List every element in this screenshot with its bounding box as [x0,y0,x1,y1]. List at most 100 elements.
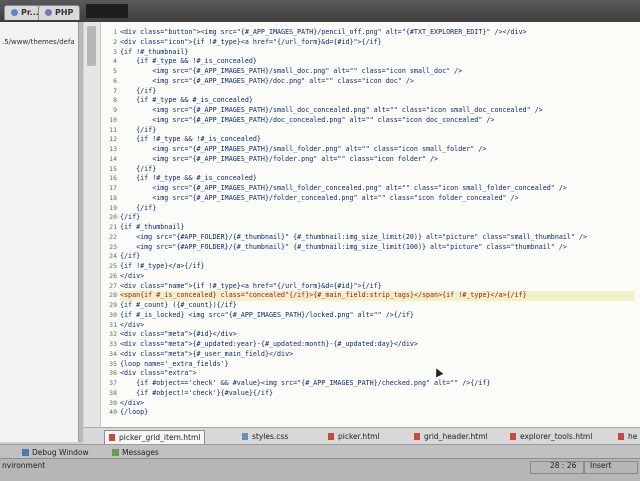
php-icon [45,9,52,16]
code-line[interactable]: {/if} [120,165,635,175]
code-line[interactable]: <div class="meta">{#_user_main_field}</d… [120,350,635,360]
code-line[interactable]: <span{if #_is_concealed} class="conceale… [120,291,635,301]
line-number: 29 [109,301,117,309]
code-line[interactable]: </div> [120,321,635,331]
file-tab-bar: picker_grid_item.html styles.css picker.… [84,427,640,446]
line-number: 31 [109,320,117,329]
file-tab-grid-header[interactable]: grid_header.html [414,430,488,443]
line-number-gutter: 1 2 3 4 5 6 7 8 9 10 11 12 13 14 15 16 17 18 19 20 21 22 23 24 2… [101,28,117,418]
tab-debug-window[interactable]: Debug Window [22,447,89,458]
line-number: 12 [109,135,117,144]
code-line[interactable]: {if #_is_locked} <img src="{#_APP_IMAGES… [120,311,635,321]
code-line[interactable]: {if !#_type && #_is_concealed} [120,174,635,184]
edit-mode: Insert [590,461,612,470]
line-number: 33 [109,340,117,348]
project-path: .5/www/themes/defa [2,38,75,46]
file-tab-label: styles.css [252,432,289,441]
file-tab-explorer-tools[interactable]: explorer_tools.html [510,430,592,443]
editor-side-scrollbar[interactable] [84,22,101,427]
tab-messages-label: Messages [122,448,159,457]
code-lines[interactable]: <div class="button"><img src="{#_APP_IMA… [120,28,635,418]
code-line[interactable]: <div class="name">{if !#_type}<a href="{… [120,282,635,292]
cursor-position: 28 : 26 [550,461,577,470]
status-bar: nvironment 28 : 26 Insert [0,458,640,481]
code-editor[interactable]: 1 2 3 4 5 6 7 8 9 10 11 12 13 14 15 16 17 18 19 20 21 22 23 24 2… [84,22,640,427]
line-number: 4 [113,57,117,66]
line-number: 16 [109,174,117,183]
line-number: 3 [113,47,117,56]
line-number: 25 [109,262,117,270]
file-tab-label: picker.html [338,432,380,441]
line-number: 14 [109,154,117,163]
code-line[interactable]: {/if} [120,252,635,262]
file-tab-label: he [628,432,638,441]
tab-debug-window-label: Debug Window [32,448,89,457]
file-tab-overflow[interactable]: he [618,430,637,443]
file-tab-picker-html[interactable]: picker.html [328,430,380,443]
code-line[interactable]: {if #_count} ({#_count}){/if} [120,301,635,311]
code-line[interactable]: {if #object=='check' && #value}<img src=… [120,379,635,389]
file-tab-label: explorer_tools.html [520,432,593,441]
html-file-icon [328,433,334,440]
code-line[interactable]: {/if} [120,126,635,136]
file-tree-pane[interactable]: .5/www/themes/defa [0,22,79,442]
code-line[interactable]: {if !#_thumbnail} [120,48,635,58]
line-number: 36 [109,369,117,378]
code-line[interactable]: <img src="{#_APP_IMAGES_PATH}/folder_con… [120,194,635,204]
line-number: 6 [113,76,117,85]
code-line[interactable]: {if #_type && #_is_concealed} [120,96,635,106]
file-tab-label: picker_grid_item.html [119,433,201,442]
code-line[interactable]: <div class="meta">{#id}</div> [120,330,635,340]
code-line[interactable]: <div class="extra"> [120,369,635,379]
line-number: 19 [109,203,117,212]
line-number: 35 [109,359,117,368]
html-file-icon [618,433,624,440]
code-line[interactable]: {/if} [120,87,635,97]
code-line[interactable]: <img src="{#_APP_IMAGES_PATH}/folder.png… [120,155,635,165]
line-number: 34 [109,349,117,358]
code-line[interactable]: <img src="{#APP_FOLDER}/{#_thumbnail}" {… [120,233,635,243]
code-line[interactable]: {/if} [120,213,635,223]
tab-php[interactable]: PHP [38,5,81,20]
line-number: 27 [109,281,117,290]
code-line[interactable]: <img src="{#APP_FOLDER}/{#_thumbnail}" {… [120,243,635,253]
code-line[interactable]: <img src="{#_APP_IMAGES_PATH}/small_fold… [120,184,635,194]
code-line[interactable]: {if !#_type}</a>{/if} [120,262,635,272]
code-line[interactable]: <div class="button"><img src="{#_APP_IMA… [120,28,635,38]
line-number: 5 [113,67,117,75]
line-number: 15 [109,164,117,173]
code-line[interactable]: <img src="{#_APP_IMAGES_PATH}/doc.png" a… [120,77,635,87]
line-number: 7 [113,86,117,95]
code-line[interactable]: {if #_type && !#_is_concealed} [120,57,635,67]
code-line[interactable]: <div class="icon">{if !#_type}<a href="{… [120,38,635,48]
line-number: 38 [109,388,117,397]
line-number: 26 [109,271,117,280]
line-number: 37 [109,379,117,387]
line-number: 22 [109,232,117,241]
file-tab-styles-css[interactable]: styles.css [242,430,288,443]
code-line[interactable]: <div class="meta">{#_updated:year}-{#_up… [120,340,635,350]
tab-project-label: Pr... [21,8,39,17]
code-line[interactable]: </div> [120,272,635,282]
line-number: 30 [109,310,117,319]
pane-splitter[interactable] [79,22,83,442]
line-number: 28 [109,291,117,300]
code-line[interactable]: <img src="{#_APP_IMAGES_PATH}/small_doc.… [120,67,635,77]
code-line[interactable]: {if #object!='check'}{#value}{/if} [120,389,635,399]
code-line[interactable]: {if !#_type && !#_is_concealed} [120,135,635,145]
code-line[interactable]: <img src="{#_APP_IMAGES_PATH}/small_fold… [120,145,635,155]
code-line[interactable]: <img src="{#_APP_IMAGES_PATH}/doc_concea… [120,116,635,126]
panel-tab-bar: Debug Window Messages [0,444,640,459]
code-line[interactable]: {/loop} [120,408,635,418]
line-number: 21 [109,223,117,231]
code-line[interactable]: {if #_thumbnail} [120,223,635,233]
code-line[interactable]: {/if} [120,204,635,214]
line-number: 1 [113,28,117,36]
scrollbar-thumb[interactable] [87,26,96,66]
project-icon [11,9,18,16]
code-line[interactable]: {loop name='_extra_fields'} [120,360,635,370]
code-line[interactable]: </div> [120,399,635,409]
line-number: 9 [113,106,117,114]
tab-messages[interactable]: Messages [112,447,159,458]
code-line[interactable]: <img src="{#_APP_IMAGES_PATH}/small_doc_… [120,106,635,116]
